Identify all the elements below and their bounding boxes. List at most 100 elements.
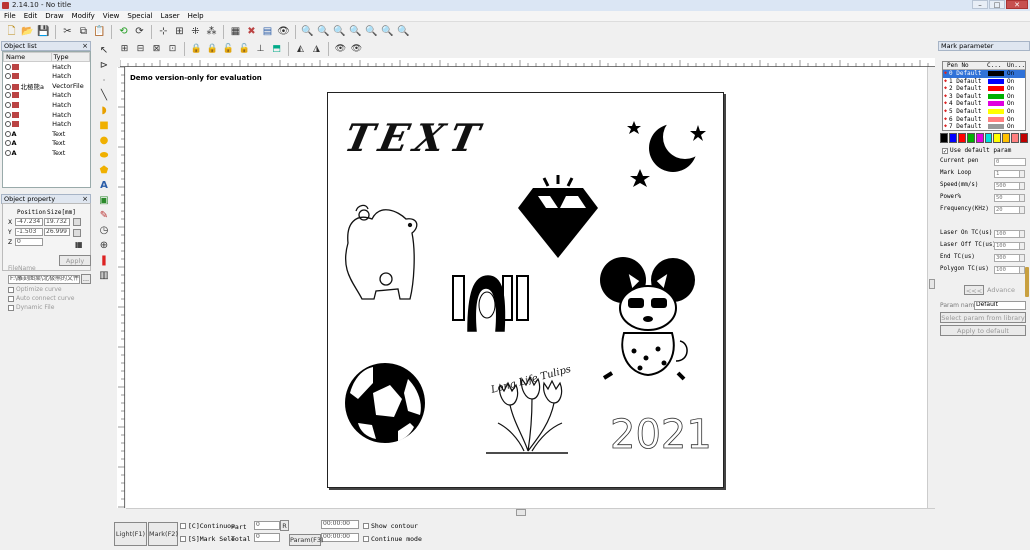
param-spinner[interactable] [1019, 206, 1025, 214]
mark-selected-checkbox[interactable]: [S]Mark Sele [180, 535, 235, 543]
advance-button[interactable]: Advance [986, 285, 1016, 295]
param-spinner[interactable] [1019, 194, 1025, 202]
pen-color-swatch[interactable] [988, 124, 1004, 130]
text-tool-icon[interactable]: A [98, 179, 110, 193]
diamond-artwork[interactable] [518, 175, 598, 258]
work-area[interactable]: TEXT Long Life Tulips 2021 [327, 92, 724, 488]
pen-color-swatch[interactable] [988, 101, 1004, 107]
combine-icon[interactable]: ⊠ [149, 42, 164, 57]
more-button[interactable]: <<< [964, 285, 984, 295]
filename-field[interactable]: F:\雕刻图案\北极熊的文件\C [8, 275, 80, 284]
timer-tool-icon[interactable]: ◷ [98, 224, 110, 238]
total-field[interactable]: 0 [254, 533, 280, 542]
palette-color[interactable] [957, 133, 966, 143]
z-position-field[interactable]: 0 [15, 238, 43, 246]
visibility-icon[interactable] [4, 140, 11, 147]
param-name-field[interactable]: Default [974, 301, 1026, 310]
ungroup-icon[interactable]: ⊟ [133, 42, 148, 57]
browse-button[interactable]: ... [81, 274, 91, 284]
zoom-all-icon[interactable]: 🔍 [332, 24, 347, 39]
zoom-in-icon[interactable]: 🔍 [300, 24, 315, 39]
menu-file[interactable]: File [0, 11, 20, 21]
visibility-icon[interactable] [4, 150, 11, 157]
pen-state[interactable]: On [1007, 93, 1021, 101]
mirror-v-icon[interactable]: ◮ [309, 42, 324, 57]
ellipse-tool-icon[interactable]: ⬬ [98, 149, 110, 163]
pen-row[interactable]: ◆ 2 Default On [943, 85, 1025, 93]
column-type[interactable]: Type [50, 52, 90, 62]
size-spin[interactable] [73, 218, 81, 226]
param-spinner[interactable] [1019, 182, 1025, 190]
param-field[interactable]: 1 [994, 170, 1020, 178]
menu-special[interactable]: Special [123, 11, 156, 21]
node-edit-icon[interactable]: ⊹ [156, 24, 171, 39]
text-artwork[interactable]: TEXT [341, 116, 489, 161]
pen-state[interactable]: On [1007, 123, 1021, 130]
input-tool-icon[interactable]: ⊕ [98, 239, 110, 253]
visibility-icon[interactable] [4, 111, 11, 118]
apply-button[interactable]: Apply [59, 255, 91, 266]
select-nodes-icon[interactable]: ⊞ [172, 24, 187, 39]
point-tool-icon[interactable]: · [98, 74, 110, 88]
node-tool-icon[interactable]: ⊳ [98, 59, 110, 73]
mirror-h-icon[interactable]: ◭ [293, 42, 308, 57]
apply-to-default-button[interactable]: Apply to default [940, 325, 1026, 336]
array-icon[interactable]: ⁜ [188, 24, 203, 39]
param-spinner[interactable] [1019, 254, 1025, 262]
pen-row[interactable]: ◆ 1 Default On [943, 78, 1025, 86]
pen-state[interactable]: On [1007, 100, 1021, 108]
horizontal-scrollbar[interactable] [126, 508, 935, 516]
year-artwork[interactable]: 2021 [610, 412, 713, 459]
palette-color[interactable] [1011, 133, 1020, 143]
show-contour-checkbox[interactable]: Show contour [363, 522, 418, 530]
portrait-artwork[interactable] [452, 275, 529, 332]
menu-laser[interactable]: Laser [157, 11, 184, 21]
pen-row[interactable]: ◆ 3 Default On [943, 93, 1025, 101]
group-icon[interactable]: ⊞ [117, 42, 132, 57]
object-row[interactable]: 北極熊a VectorFile [4, 81, 90, 91]
moon-stars-artwork[interactable] [627, 115, 707, 187]
menu-draw[interactable]: Draw [41, 11, 67, 21]
pen-state[interactable]: On [1007, 78, 1021, 86]
vertical-scroll-thumb[interactable] [929, 279, 935, 289]
color-column[interactable]: C... [987, 62, 1007, 69]
part-field[interactable]: 0 [254, 521, 280, 530]
zoom-out-icon[interactable]: 🔍 [316, 24, 331, 39]
hide-all-icon[interactable]: 👁 [349, 42, 364, 57]
continue-mode-checkbox[interactable]: Continue mode [363, 535, 422, 543]
param-spinner[interactable] [1019, 170, 1025, 178]
visibility-icon[interactable] [4, 72, 11, 79]
object-row[interactable]: Hatch [4, 62, 90, 72]
barcode-tool-icon[interactable]: ▥ [98, 269, 110, 283]
light-button[interactable]: Light(F1) [114, 522, 147, 546]
palette-color[interactable] [1020, 133, 1029, 143]
pen-state[interactable]: On [1007, 85, 1021, 93]
zoom-fit-icon[interactable]: 🔍 [396, 24, 411, 39]
line-tool-icon[interactable]: ╲ [98, 89, 110, 103]
unlock-all-icon[interactable]: 🔓 [237, 42, 252, 57]
menu-modify[interactable]: Modify [68, 11, 99, 21]
x-position-field[interactable]: -47.234 [15, 218, 43, 226]
open-file-icon[interactable]: 📂 [20, 24, 35, 39]
soccer-ball-artwork[interactable] [345, 363, 425, 443]
mark-button[interactable]: Mark(F2) [148, 522, 178, 546]
pen-row[interactable]: ◆ 0 Default On [943, 70, 1025, 78]
pen-color-swatch[interactable] [988, 93, 1004, 99]
zoom-selected-icon[interactable]: 🔍 [348, 24, 363, 39]
palette-color[interactable] [966, 133, 975, 143]
scatter-icon[interactable]: ⁂ [204, 24, 219, 39]
align-icon[interactable]: ⊥ [253, 42, 268, 57]
param-spinner[interactable] [1019, 230, 1025, 238]
param-field[interactable]: 20 [994, 206, 1020, 214]
new-file-icon[interactable]: 🗋 [4, 24, 19, 39]
minimize-button[interactable]: – [972, 0, 988, 9]
select-param-library-button[interactable]: Select param from library [940, 312, 1026, 323]
vertical-scrollbar[interactable] [927, 67, 935, 508]
palette-color[interactable] [948, 133, 957, 143]
current-pen-field[interactable]: 0 [994, 158, 1026, 166]
pen-color-swatch[interactable] [988, 71, 1004, 76]
zoom-window-icon[interactable]: 🔍 [380, 24, 395, 39]
curve-tool-icon[interactable]: ◗ [98, 104, 110, 118]
object-row[interactable]: Hatch [4, 110, 90, 120]
y-position-field[interactable]: -1.503 [15, 228, 43, 236]
